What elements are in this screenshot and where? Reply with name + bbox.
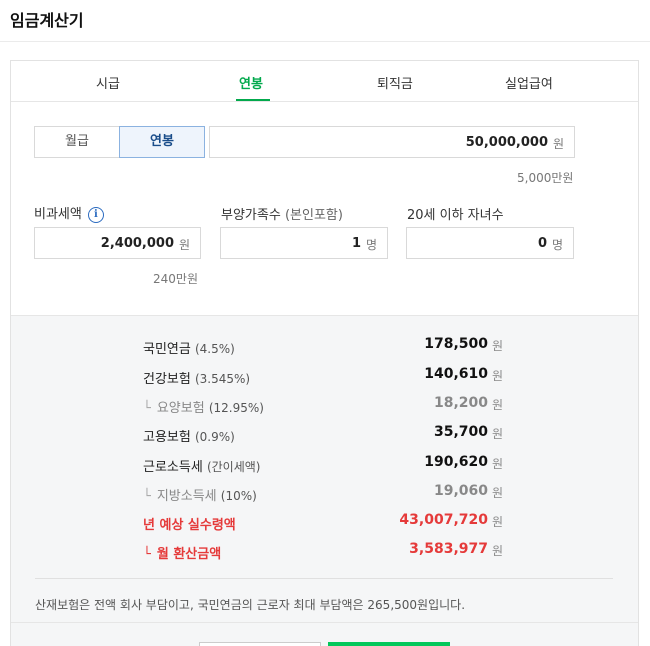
- insurance-note: 산재보험은 전액 회사 부담이고, 국민연금의 근로자 최대 부담액은 265,…: [35, 598, 466, 612]
- wage-calculator: 시급 연봉 퇴직금 실업급여 월급 연봉 50,000,000 원 5,000만…: [10, 60, 639, 646]
- result-unit: 원: [491, 486, 503, 500]
- dependents-unit: 명: [365, 238, 377, 252]
- tab-unemployment[interactable]: 실업급여: [505, 73, 553, 92]
- dependents-label: 부양가족수 (본인포함): [221, 204, 343, 223]
- children-input[interactable]: 0 명: [406, 227, 574, 259]
- calculate-button[interactable]: [328, 642, 450, 646]
- result-rate: (간이세액): [206, 460, 261, 474]
- result-unit: 원: [491, 544, 503, 558]
- dependents-value: 1: [351, 236, 361, 251]
- result-row-employment-insurance: 고용보험 (0.9%) 35,700 원: [11, 424, 638, 445]
- result-row-health-insurance: 건강보험 (3.545%) 140,610 원: [11, 366, 638, 387]
- result-label: 년 예상 실수령액: [143, 518, 236, 533]
- result-label: 근로소득세: [143, 460, 203, 475]
- branch-marker: └: [143, 401, 151, 416]
- annual-button[interactable]: 연봉: [119, 126, 205, 158]
- result-label: 고용보험: [143, 430, 191, 445]
- result-rate: (10%): [220, 489, 257, 503]
- result-name: └ 요양보험 (12.95%): [143, 397, 264, 416]
- active-tab-indicator: [236, 99, 270, 101]
- result-unit: 원: [491, 515, 503, 529]
- dependents-label-sub: (본인포함): [284, 208, 343, 223]
- result-unit: 원: [491, 427, 503, 441]
- branch-marker: └: [143, 547, 151, 562]
- title-bar: 임금계산기: [0, 0, 650, 42]
- result-row-local-income-tax: └ 지방소득세 (10%) 19,060 원: [11, 483, 638, 504]
- footer-divider: [11, 622, 638, 623]
- result-rate: (3.545%): [194, 372, 251, 386]
- result-unit: 원: [491, 398, 503, 412]
- result-amount: 3,583,977: [409, 541, 488, 557]
- children-unit: 명: [551, 238, 563, 252]
- results-divider: [35, 578, 613, 579]
- results-panel: 국민연금 (4.5%) 178,500 원 건강보험 (3.545%) 140,…: [11, 315, 638, 646]
- nontaxable-input[interactable]: 2,400,000 원: [34, 227, 201, 259]
- result-amount: 140,610: [424, 366, 488, 382]
- result-label: 지방소득세: [156, 489, 217, 504]
- result-name: 건강보험 (3.545%): [143, 368, 250, 387]
- pay-type-toggle: 월급 연봉: [34, 126, 205, 158]
- tab-annual[interactable]: 연봉: [239, 73, 263, 92]
- result-label: 요양보험: [156, 401, 205, 416]
- result-name: └ 월 환산금액: [143, 543, 221, 562]
- info-circle-icon[interactable]: i: [87, 207, 104, 223]
- result-name: 근로소득세 (간이세액): [143, 456, 260, 475]
- salary-helper: 5,000만원: [517, 171, 574, 185]
- result-row-long-term-care: └ 요양보험 (12.95%) 18,200 원: [11, 395, 638, 416]
- result-label: 월 환산금액: [156, 547, 222, 562]
- monthly-button[interactable]: 월급: [35, 127, 119, 157]
- nontaxable-value: 2,400,000: [100, 236, 174, 251]
- result-rate: (12.95%): [208, 401, 264, 415]
- result-row-annual-net: 년 예상 실수령액 43,007,720 원: [11, 512, 638, 533]
- reset-button[interactable]: [199, 642, 321, 646]
- calculator-tabs: 시급 연봉 퇴직금 실업급여: [11, 61, 638, 102]
- salary-value: 50,000,000: [465, 135, 548, 150]
- tab-hourly[interactable]: 시급: [96, 73, 120, 92]
- result-unit: 원: [491, 339, 503, 353]
- branch-marker: └: [143, 489, 151, 504]
- result-row-national-pension: 국민연금 (4.5%) 178,500 원: [11, 336, 638, 357]
- result-name: └ 지방소득세 (10%): [143, 485, 257, 504]
- result-name: 고용보험 (0.9%): [143, 426, 235, 445]
- result-unit: 원: [491, 369, 503, 383]
- nontaxable-label: 비과세액 i: [34, 203, 104, 223]
- result-amount: 178,500: [424, 336, 488, 352]
- nontaxable-unit: 원: [178, 238, 190, 252]
- result-rate: (0.9%): [194, 430, 235, 444]
- result-amount: 18,200: [433, 395, 488, 411]
- result-name: 국민연금 (4.5%): [143, 338, 235, 357]
- result-amount: 43,007,720: [399, 512, 488, 528]
- tab-severance[interactable]: 퇴직금: [377, 73, 413, 92]
- result-unit: 원: [491, 457, 503, 471]
- dependents-label-text: 부양가족수: [221, 208, 281, 223]
- dependents-input[interactable]: 1 명: [220, 227, 388, 259]
- result-row-income-tax: 근로소득세 (간이세액) 190,620 원: [11, 454, 638, 475]
- children-label: 20세 이하 자녀수: [407, 208, 504, 223]
- result-amount: 190,620: [424, 454, 488, 470]
- result-row-monthly-net: └ 월 환산금액 3,583,977 원: [11, 541, 638, 562]
- result-amount: 19,060: [433, 483, 488, 499]
- salary-input[interactable]: 50,000,000 원: [209, 126, 575, 158]
- children-value: 0: [537, 236, 547, 251]
- result-rate: (4.5%): [194, 342, 235, 356]
- nontaxable-label-text: 비과세액: [34, 207, 82, 222]
- result-label: 국민연금: [143, 342, 191, 357]
- page-title: 임금계산기: [10, 11, 84, 30]
- result-amount: 35,700: [433, 424, 488, 440]
- nontaxable-helper: 240만원: [153, 272, 198, 286]
- result-label: 건강보험: [143, 372, 191, 387]
- salary-unit: 원: [552, 137, 564, 151]
